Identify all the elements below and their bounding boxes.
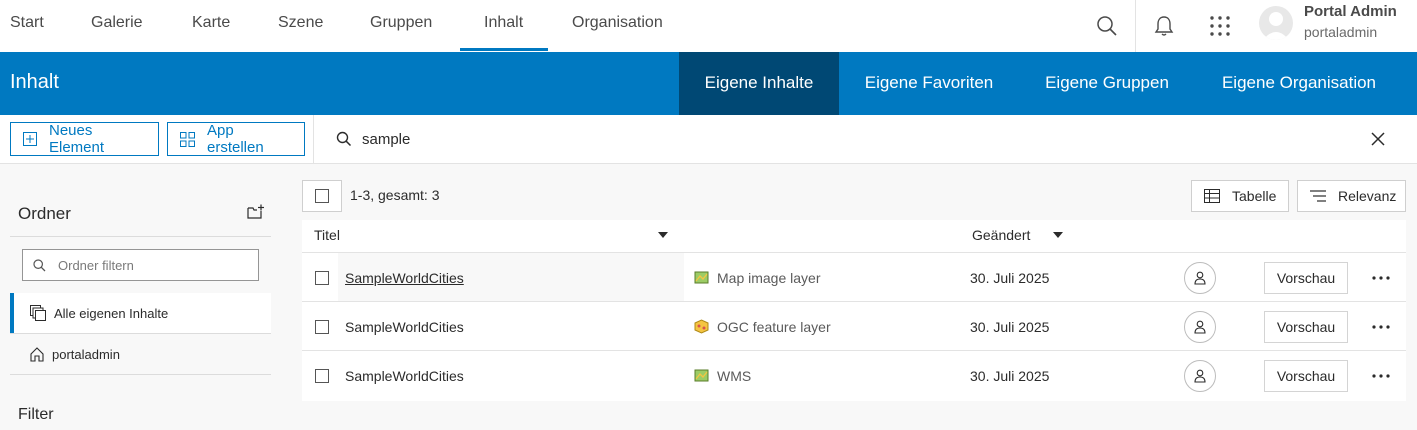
chevron-down-icon[interactable] (1053, 232, 1063, 238)
owner-user-icon[interactable] (1184, 311, 1216, 343)
checkbox[interactable] (315, 189, 329, 203)
nav-divider (1135, 0, 1136, 52)
tab-eigene-gruppen[interactable]: Eigene Gruppen (1028, 52, 1186, 115)
chevron-down-icon[interactable] (658, 232, 668, 238)
table-row: SampleWorldCities OGC feature layer 30. … (302, 301, 1406, 350)
search-icon (336, 131, 352, 147)
folder-item-all-content[interactable]: Alle eigenen Inhalte (10, 293, 271, 333)
nav-gruppen[interactable]: Gruppen (370, 0, 432, 52)
create-app-label: App erstellen (207, 122, 264, 156)
filter-heading: Filter (18, 406, 54, 423)
table-icon (1204, 189, 1220, 203)
row-checkbox[interactable] (315, 368, 329, 383)
row-checkbox-cell (315, 302, 329, 351)
item-type: Map image layer (717, 269, 821, 286)
row-checkbox-cell (315, 253, 329, 302)
content-stack-icon (30, 305, 46, 321)
new-item-button[interactable]: Neues Element (10, 122, 159, 156)
select-all-checkbox[interactable] (302, 180, 342, 212)
table-row: SampleWorldCities WMS 30. Juli 2025 Vors… (302, 350, 1406, 399)
add-folder-icon[interactable] (245, 201, 267, 223)
title-cell: SampleWorldCities (338, 351, 684, 400)
page-title: Inhalt (10, 71, 59, 93)
sidebar: Ordner Alle eigenen Inhalte portaladmin … (0, 164, 290, 430)
top-navigation: Start Galerie Karte Szene Gruppen Inhalt… (0, 0, 1417, 52)
tab-eigene-organisation[interactable]: Eigene Organisation (1204, 52, 1394, 115)
more-options-icon[interactable] (1370, 267, 1392, 289)
row-checkbox[interactable] (315, 319, 329, 334)
bell-icon[interactable] (1148, 10, 1180, 42)
modified-date: 30. Juli 2025 (970, 269, 1050, 286)
result-count: 1-3, gesamt: 3 (350, 187, 440, 203)
sort-button[interactable]: Relevanz (1297, 180, 1406, 212)
nav-galerie[interactable]: Galerie (91, 0, 143, 52)
preview-button[interactable]: Vorschau (1264, 262, 1348, 294)
type-cell: OGC feature layer (694, 302, 831, 351)
table-row: SampleWorldCities Map image layer 30. Ju… (302, 252, 1406, 302)
content-table: Titel Geändert SampleWorldCities Map ima… (302, 220, 1406, 401)
nav-organisation[interactable]: Organisation (572, 0, 663, 52)
search-icon (33, 258, 46, 272)
app-grid-icon (180, 131, 195, 147)
type-cell: WMS (694, 351, 751, 400)
preview-button[interactable]: Vorschau (1264, 360, 1348, 392)
more-options-icon[interactable] (1370, 365, 1392, 387)
map-layer-icon (694, 368, 709, 383)
feature-layer-icon (694, 319, 709, 334)
folder-item-label: portaladmin (52, 346, 120, 362)
content-search (336, 127, 1262, 151)
item-title-link[interactable]: SampleWorldCities (345, 319, 464, 335)
item-title-link[interactable]: SampleWorldCities (345, 368, 464, 384)
user-login-name[interactable]: portaladmin (1304, 24, 1377, 40)
create-app-button[interactable]: App erstellen (167, 122, 305, 156)
title-cell: SampleWorldCities (338, 302, 684, 351)
folder-item-portaladmin[interactable]: portaladmin (10, 334, 271, 374)
map-layer-icon (694, 270, 709, 285)
item-type: WMS (717, 367, 752, 384)
column-header-title[interactable]: Titel (314, 220, 340, 252)
modified-date: 30. Juli 2025 (970, 367, 1050, 384)
nav-start[interactable]: Start (10, 0, 44, 52)
folder-filter-field[interactable] (22, 249, 259, 281)
content-header-band: Inhalt Eigene Inhalte Eigene Favoriten E… (0, 52, 1417, 115)
table-view-button[interactable]: Tabelle (1191, 180, 1289, 212)
nav-inhalt[interactable]: Inhalt (484, 0, 523, 52)
folder-filter-input[interactable] (58, 257, 248, 273)
search-input[interactable] (362, 130, 1262, 148)
user-display-name[interactable]: Portal Admin (1304, 3, 1397, 20)
type-cell: Map image layer (694, 253, 821, 302)
action-bar: Neues Element App erstellen (0, 115, 1417, 164)
nav-karte[interactable]: Karte (192, 0, 230, 52)
home-icon (30, 346, 44, 362)
user-avatar[interactable] (1259, 6, 1293, 40)
sidebar-divider (10, 236, 271, 237)
column-header-modified[interactable]: Geändert (972, 220, 1030, 252)
row-checkbox[interactable] (315, 270, 329, 285)
modified-date: 30. Juli 2025 (970, 318, 1050, 335)
folder-item-label: Alle eigenen Inhalte (54, 305, 169, 321)
app-launcher-icon[interactable] (1204, 10, 1236, 42)
plus-square-icon (23, 132, 37, 146)
more-options-icon[interactable] (1370, 316, 1392, 338)
owner-user-icon[interactable] (1184, 262, 1216, 294)
action-divider (313, 115, 314, 164)
close-icon[interactable] (1366, 127, 1390, 151)
sort-label: Relevanz (1338, 188, 1397, 204)
new-item-label: Neues Element (49, 122, 105, 156)
nav-szene[interactable]: Szene (278, 0, 323, 52)
sidebar-divider (10, 374, 271, 375)
sort-lines-icon (1310, 189, 1326, 203)
tab-eigene-inhalte[interactable]: Eigene Inhalte (679, 52, 839, 115)
search-icon[interactable] (1091, 10, 1123, 42)
item-title-link[interactable]: SampleWorldCities (345, 270, 464, 286)
title-cell: SampleWorldCities (338, 253, 684, 302)
folders-heading: Ordner (18, 204, 71, 223)
table-view-label: Tabelle (1232, 188, 1277, 204)
row-checkbox-cell (315, 351, 329, 400)
nav-active-indicator (460, 48, 548, 51)
preview-button[interactable]: Vorschau (1264, 311, 1348, 343)
owner-user-icon[interactable] (1184, 360, 1216, 392)
tab-eigene-favoriten[interactable]: Eigene Favoriten (848, 52, 1010, 115)
item-type: OGC feature layer (717, 318, 831, 335)
